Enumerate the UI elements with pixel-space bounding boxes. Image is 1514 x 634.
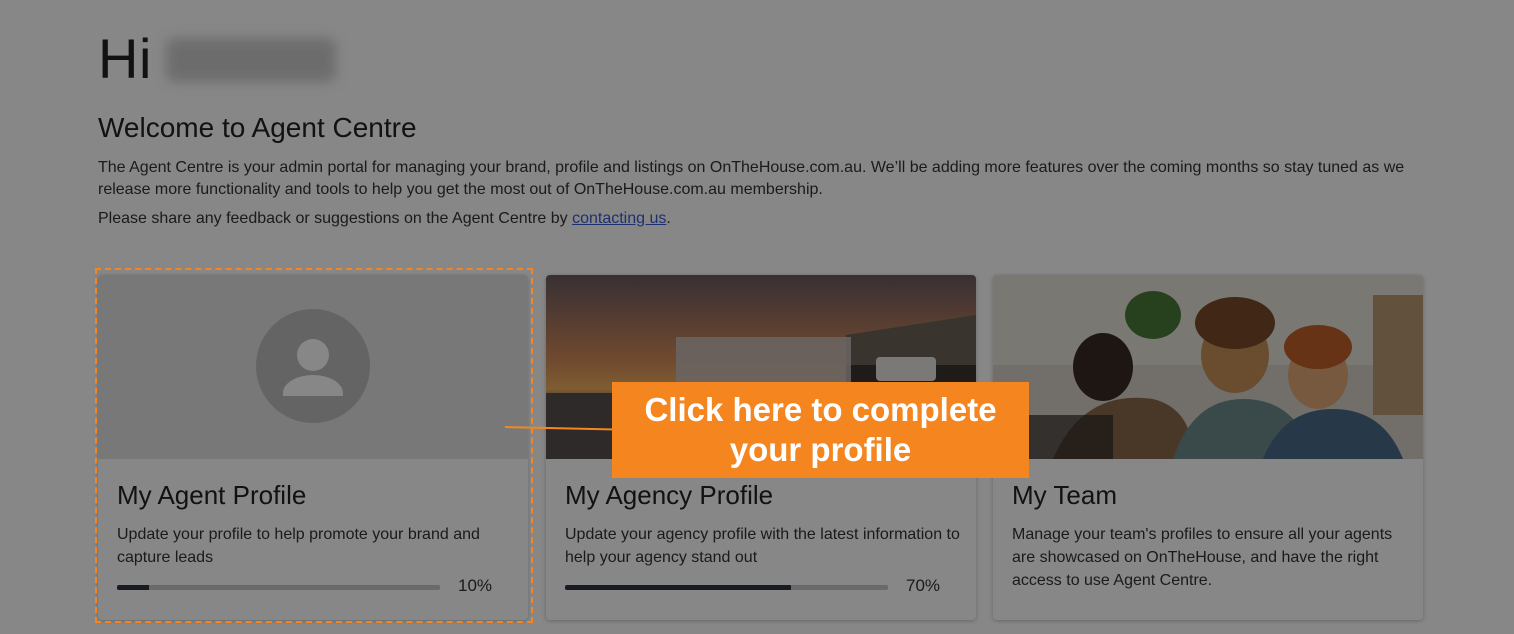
agent-profile-progress-fill [117, 585, 150, 590]
team-photo [993, 275, 1423, 459]
agency-profile-progress-fill [565, 585, 792, 590]
feedback-prefix: Please share any feedback or suggestions… [98, 210, 573, 227]
team-description: Manage your team's profiles to ensure al… [1012, 526, 1393, 589]
agency-profile-description: Update your agency profile with the late… [565, 526, 960, 566]
agent-profile-progress-label: 10% [458, 576, 493, 595]
intro-text: The Agent Centre is your admin portal fo… [98, 159, 1405, 198]
agent-profile-title: My Agent Profile [117, 480, 307, 510]
contact-us-link[interactable]: contacting us [572, 210, 666, 227]
team-title: My Team [1012, 480, 1117, 510]
greeting-prefix: Hi [98, 27, 152, 90]
complete-profile-callout[interactable]: Click here to complete your profile [612, 382, 1029, 478]
agent-profile-description: Update your profile to help promote your… [117, 526, 480, 566]
feedback-suffix: . [666, 210, 671, 227]
agent-profile-image [98, 275, 528, 459]
agency-profile-title: My Agency Profile [565, 480, 774, 510]
avatar-placeholder-icon [256, 309, 370, 423]
team-image [993, 275, 1423, 459]
greeting-heading: Hi [98, 26, 336, 91]
agent-profile-progress-bar [117, 585, 440, 590]
blurred-user-name [165, 38, 336, 82]
agent-centre-page: Hi Welcome to Agent Centre The Agent Cen… [0, 0, 1514, 634]
agency-profile-progress-label: 70% [906, 576, 941, 595]
agent-profile-card[interactable]: My Agent Profile Update your profile to … [98, 275, 528, 620]
team-card[interactable]: My Team Manage your team's profiles to e… [993, 275, 1423, 620]
agency-profile-progress-bar [565, 585, 888, 590]
feedback-text: Please share any feedback or suggestions… [98, 208, 671, 230]
welcome-title: Welcome to Agent Centre [98, 112, 417, 143]
